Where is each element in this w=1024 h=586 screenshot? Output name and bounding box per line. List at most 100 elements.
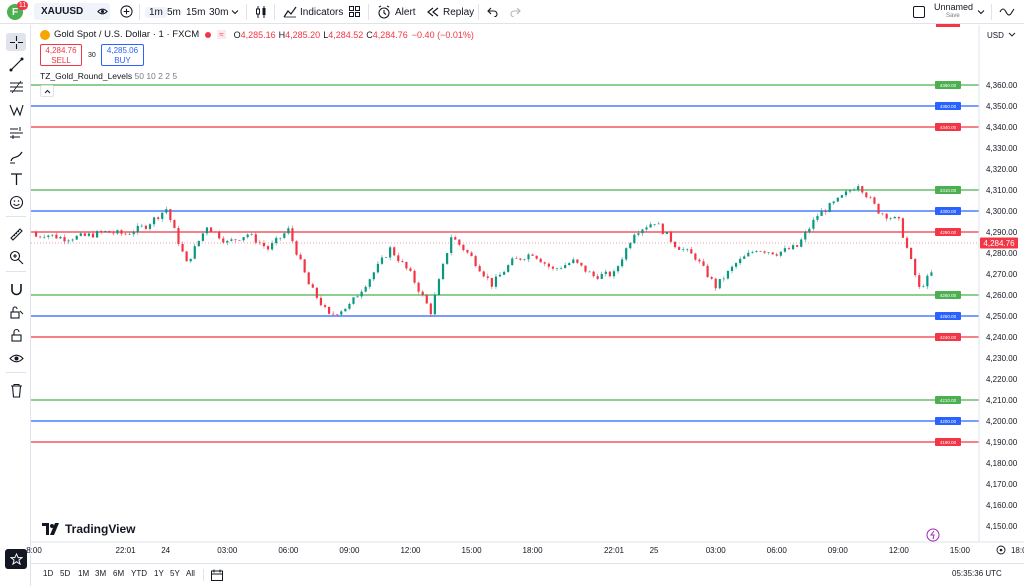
range-6m[interactable]: 6M: [113, 569, 124, 578]
candle-up: [494, 276, 498, 287]
level-tag-label: 4300.00: [940, 209, 957, 214]
time-tick-label: 18:00: [1011, 546, 1024, 555]
candle-down: [698, 259, 701, 262]
candle-up: [250, 234, 253, 235]
price-tick-label: 4,160.00: [986, 501, 1018, 510]
time-tick-label: 15:00: [462, 546, 483, 555]
candle-down: [580, 262, 583, 266]
range-3m[interactable]: 3M: [95, 569, 106, 578]
candle-down: [470, 252, 473, 257]
buy-button[interactable]: 4,285.06 BUY: [101, 44, 144, 66]
candle-up: [629, 243, 632, 249]
candle-down: [157, 217, 160, 219]
chevron-up-icon: [44, 89, 50, 93]
range-5d[interactable]: 5D: [60, 569, 70, 578]
goto-date-icon[interactable]: [211, 569, 223, 581]
range-ytd[interactable]: YTD: [131, 569, 147, 578]
candle-down: [592, 271, 595, 277]
candle-down: [787, 248, 791, 250]
candle-down: [291, 228, 294, 242]
price-chart[interactable]: 4360.00 4350.00 4340.00 4310.00 4300.00 4290.…: [0, 0, 1024, 563]
candle-down: [209, 227, 213, 232]
price-tick-label: 4,200.00: [986, 417, 1018, 426]
candle-up: [747, 252, 750, 257]
tradingview-logo-icon: [42, 523, 59, 535]
candle-down: [169, 209, 172, 221]
candle-up: [152, 217, 156, 225]
candle-up: [437, 279, 441, 295]
price-axis[interactable]: 4,360.00 4,350.00 4,340.00 4,330.00 4,320.00…: [986, 81, 1018, 531]
candle-up: [376, 263, 380, 273]
price-tick-label: 4,250.00: [986, 312, 1018, 321]
utc-clock[interactable]: 05:35:36 UTC: [952, 569, 1002, 578]
candle-down: [173, 220, 176, 229]
price-tick-label: 4,150.00: [986, 522, 1018, 531]
candle-up: [621, 259, 624, 267]
candle-down: [881, 213, 884, 215]
time-tick-label: 09:00: [339, 546, 360, 555]
candle-up: [507, 265, 510, 272]
time-tick-label: 8:00: [26, 546, 42, 555]
candle-up: [686, 249, 689, 250]
candle-up: [559, 268, 563, 269]
collapse-legend-button[interactable]: [40, 85, 54, 97]
candle-up: [857, 186, 860, 190]
candle-down: [177, 228, 180, 244]
time-axis[interactable]: 8:00 22:01 24 03:00 06:00 09:00 12:00 15:00 18:0…: [26, 546, 1024, 555]
candle-up: [275, 237, 278, 244]
price-tick-label: 4,320.00: [986, 165, 1018, 174]
indicator-legend[interactable]: TZ_Gold_Round_Levels 50 10 2 2 5: [40, 71, 177, 81]
candle-up: [588, 271, 591, 273]
symbol-title[interactable]: Gold Spot / U.S. Dollar · 1 · FXCM: [54, 29, 199, 40]
candle-down: [303, 259, 306, 273]
candle-up: [555, 268, 559, 269]
candle-up: [344, 308, 347, 312]
candle-down: [393, 247, 396, 256]
candle-down: [307, 272, 310, 285]
price-change: −0.40 (−0.01%): [411, 29, 474, 40]
currency-chevron-icon[interactable]: [1008, 32, 1016, 37]
ohlc-high: 4,285.20: [285, 29, 321, 40]
candle-up: [816, 215, 819, 220]
candle-up: [441, 263, 445, 280]
candle-up: [498, 274, 502, 277]
candle-up: [197, 240, 200, 247]
market-status-dot[interactable]: [205, 31, 212, 38]
candle-down: [690, 249, 693, 254]
candle-up: [71, 239, 74, 241]
price-tick-label: 4,210.00: [986, 396, 1018, 405]
price-tick-label: 4,280.00: [986, 249, 1018, 258]
price-tick-label: 4,330.00: [986, 144, 1018, 153]
candle-up: [633, 234, 636, 244]
time-tick-label: 06:00: [767, 546, 788, 555]
candle-up: [625, 248, 628, 260]
range-all[interactable]: All: [186, 569, 195, 578]
candle-down: [519, 258, 522, 260]
range-1y[interactable]: 1Y: [154, 569, 164, 578]
candle-down: [543, 262, 546, 264]
eye-hidden-icon[interactable]: ≈: [217, 30, 226, 39]
ohlc-close: 4,284.76: [372, 29, 408, 40]
candle-down: [702, 261, 705, 266]
level-tag-label: 4200.00: [940, 419, 957, 424]
candle-down: [914, 258, 917, 276]
candle-up: [604, 271, 607, 274]
candle-up: [368, 279, 371, 287]
range-1m[interactable]: 1M: [78, 569, 89, 578]
range-1d[interactable]: 1D: [43, 569, 53, 578]
sell-button[interactable]: 4,284.76 SELL: [40, 44, 82, 66]
candle-down: [596, 276, 599, 279]
round-levels: [31, 84, 979, 443]
chart-legend: Gold Spot / U.S. Dollar · 1 · FXCM ≈ O 4,…: [40, 29, 474, 40]
candle-up: [283, 233, 286, 238]
candle-down: [885, 213, 888, 219]
currency-label[interactable]: USD: [987, 31, 1004, 40]
candle-up: [270, 243, 274, 250]
candle-down: [474, 256, 477, 267]
candle-down: [417, 282, 420, 292]
tradingview-watermark[interactable]: TradingView: [42, 522, 135, 536]
candle-up: [600, 273, 603, 279]
price-tick-label: 4,350.00: [986, 102, 1018, 111]
watermark-text: TradingView: [65, 522, 136, 536]
range-5y[interactable]: 5Y: [170, 569, 180, 578]
